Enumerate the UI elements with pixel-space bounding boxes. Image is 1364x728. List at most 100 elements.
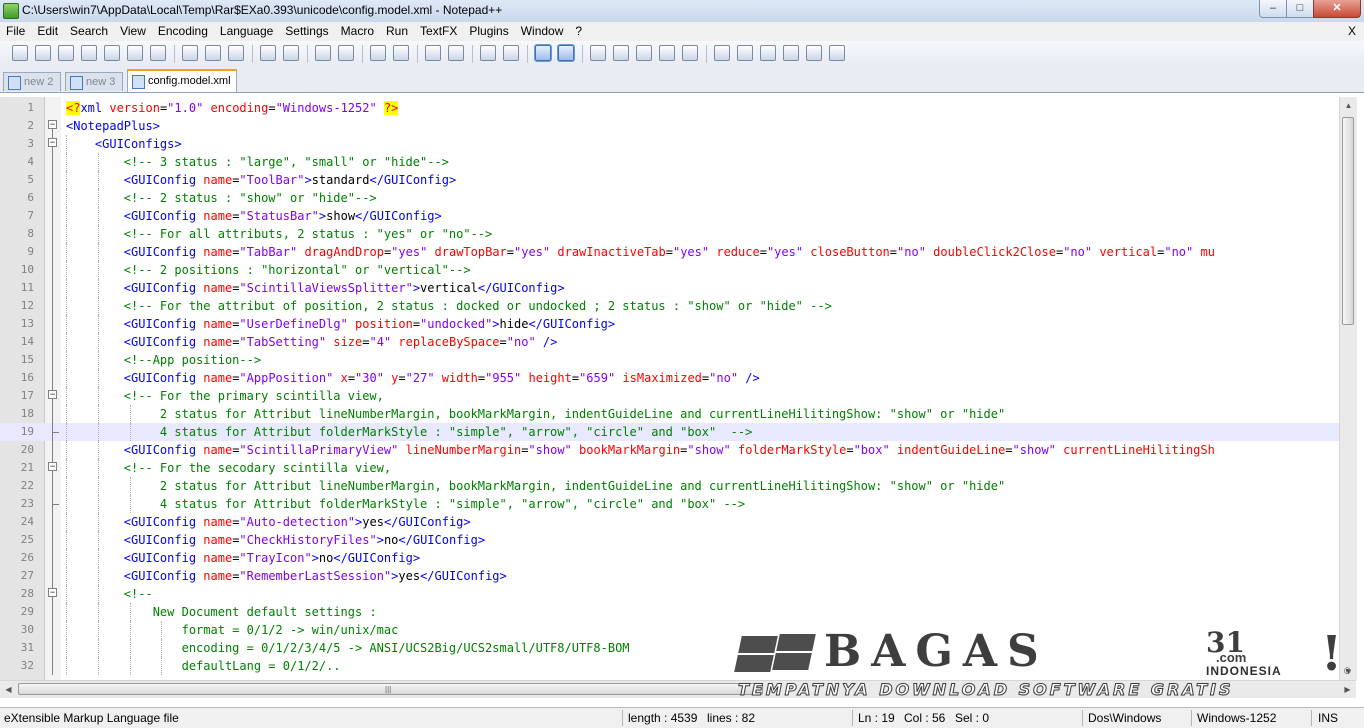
code-line[interactable]: 5 <GUIConfig name="ToolBar">standard</GU… [0, 171, 1339, 189]
code-line[interactable]: 6 <!-- 2 status : "show" or "hide"--> [0, 189, 1339, 207]
save-all-icon[interactable] [81, 45, 97, 61]
tab-config-model-xml[interactable]: config.model.xml [127, 69, 237, 92]
scroll-up-arrow-icon[interactable]: ▲ [1340, 97, 1357, 114]
fold-toggle-icon[interactable]: − [48, 390, 57, 399]
sync-vertical-icon[interactable] [425, 45, 441, 61]
save-icon[interactable] [58, 45, 74, 61]
record-macro-icon[interactable] [590, 45, 606, 61]
open-file-icon[interactable] [35, 45, 51, 61]
maximize-button[interactable]: □ [1286, 0, 1314, 18]
code-line[interactable]: 13 <GUIConfig name = "UserDefineDlg" posit… [0, 315, 1339, 333]
code-line[interactable]: 21 − <!-- For the secodary scintilla view… [0, 459, 1339, 477]
menu-encoding[interactable]: Encoding [152, 22, 214, 41]
code-line[interactable]: 10 <!-- 2 positions : "horizontal" or "v… [0, 261, 1339, 279]
redo-icon[interactable] [283, 45, 299, 61]
vertical-scroll-thumb[interactable] [1342, 117, 1354, 325]
close-window-button[interactable]: ✕ [1313, 0, 1361, 18]
menu-macro[interactable]: Macro [335, 22, 380, 41]
code-line[interactable]: 3 − <GUIConfigs> [0, 135, 1339, 153]
code-line[interactable]: 14 <GUIConfig name="TabSetting" size="4"… [0, 333, 1339, 351]
menu-plugins[interactable]: Plugins [463, 22, 514, 41]
cut-icon[interactable] [182, 45, 198, 61]
code-line[interactable]: 29 New Document default settings : [0, 603, 1339, 621]
print-icon[interactable] [150, 45, 166, 61]
token-val: "UserDefineDlg" [239, 317, 356, 331]
code-editor[interactable]: 1 <?xml version="1.0" encoding="Windows-1… [0, 97, 1339, 680]
code-line[interactable]: 11 <GUIConfig name="ScintillaViewsSplitt… [0, 279, 1339, 297]
tab-new-3[interactable]: new 3 [65, 72, 123, 91]
close-all-icon[interactable] [127, 45, 143, 61]
menu-edit[interactable]: Edit [31, 22, 64, 41]
menu-textfx[interactable]: TextFX [414, 22, 463, 41]
sync-horizontal-icon[interactable] [448, 45, 464, 61]
textfx-1-icon[interactable] [714, 45, 730, 61]
close-document-button[interactable]: X [1348, 22, 1356, 41]
token-attr: encoding [210, 101, 269, 115]
close-icon[interactable] [104, 45, 120, 61]
horizontal-scroll-thumb[interactable]: ||| [18, 683, 763, 695]
tab-new-2[interactable]: new 2 [3, 72, 61, 91]
menu-help[interactable]: ? [569, 22, 588, 41]
save-macro-icon[interactable] [682, 45, 698, 61]
menu-view[interactable]: View [114, 22, 152, 41]
run-macro-multiple-icon[interactable] [659, 45, 675, 61]
fold-toggle-icon[interactable]: − [48, 462, 57, 471]
code-line[interactable]: 20 <GUIConfig name = "ScintillaPrimaryView… [0, 441, 1339, 459]
menu-search[interactable]: Search [64, 22, 114, 41]
textfx-2-icon[interactable] [737, 45, 753, 61]
word-wrap-icon[interactable] [480, 45, 496, 61]
code-line[interactable]: 2 − <NotepadPlus> [0, 117, 1339, 135]
show-all-chars-icon[interactable] [503, 45, 519, 61]
code-line[interactable]: 16 <GUIConfig name="AppPosition" x="30" … [0, 369, 1339, 387]
minimize-button[interactable]: – [1259, 0, 1287, 18]
user-language-icon[interactable] [557, 44, 575, 62]
menu-settings[interactable]: Settings [279, 22, 334, 41]
find-icon[interactable] [315, 45, 331, 61]
undo-icon[interactable] [260, 45, 276, 61]
token-txt: = [412, 317, 421, 331]
vertical-scrollbar[interactable]: ▲ ▼ [1339, 97, 1357, 680]
menu-file[interactable]: File [0, 22, 31, 41]
textfx-3-icon[interactable] [760, 45, 776, 61]
code-line[interactable]: 27 <GUIConfig name="RememberLastSession"… [0, 567, 1339, 585]
code-line[interactable]: 28 − <!-- [0, 585, 1339, 603]
code-line[interactable]: 8 <!-- For all attributs, 2 status : "ye… [0, 225, 1339, 243]
textfx-4-icon[interactable] [783, 45, 799, 61]
fold-toggle-icon[interactable]: − [48, 138, 57, 147]
code-line[interactable]: 19 4 status for Attribut folderMarkStyle… [0, 423, 1339, 441]
indent-guide-icon[interactable] [534, 44, 552, 62]
code-line[interactable]: 15 <!--App position--> [0, 351, 1339, 369]
code-line[interactable]: 17 − <!-- For the primary scintilla view, [0, 387, 1339, 405]
scroll-left-arrow-icon[interactable]: ◀ [0, 681, 17, 698]
new-file-icon[interactable] [12, 45, 28, 61]
status-insert-mode[interactable]: INS [1318, 711, 1338, 725]
fold-toggle-icon[interactable]: − [48, 120, 57, 129]
menu-window[interactable]: Window [515, 22, 570, 41]
toolbar-separator [582, 45, 583, 63]
copy-icon[interactable] [205, 45, 221, 61]
fold-toggle-icon[interactable]: − [48, 588, 57, 597]
line-number: 11 [20, 281, 34, 294]
textfx-5-icon[interactable] [806, 45, 822, 61]
code-line[interactable]: 1 <?xml version="1.0" encoding="Windows-1… [0, 99, 1339, 117]
code-line[interactable]: 22 2 status for Attribut lineNumberMargi… [0, 477, 1339, 495]
code-line[interactable]: 12 <!-- For the attribut of position, 2 … [0, 297, 1339, 315]
spell-check-icon[interactable] [829, 45, 845, 61]
code-line[interactable]: 26 <GUIConfig name="TrayIcon">no</GUICon… [0, 549, 1339, 567]
replace-icon[interactable] [338, 45, 354, 61]
notepadpp-app-icon[interactable] [3, 3, 19, 19]
code-line[interactable]: 23 4 status for Attribut folderMarkStyle… [0, 495, 1339, 513]
stop-record-icon[interactable] [613, 45, 629, 61]
code-line[interactable]: 25 <GUIConfig name="CheckHistoryFiles">n… [0, 531, 1339, 549]
zoom-in-icon[interactable] [370, 45, 386, 61]
code-line[interactable]: 24 <GUIConfig name="Auto-detection">yes<… [0, 513, 1339, 531]
menu-run[interactable]: Run [380, 22, 414, 41]
code-line[interactable]: 4 <!-- 3 status : "large", "small" or "h… [0, 153, 1339, 171]
paste-icon[interactable] [228, 45, 244, 61]
code-line[interactable]: 18 2 status for Attribut lineNumberMargi… [0, 405, 1339, 423]
menu-language[interactable]: Language [214, 22, 279, 41]
code-line[interactable]: 7 <GUIConfig name="StatusBar">show</GUIC… [0, 207, 1339, 225]
zoom-out-icon[interactable] [393, 45, 409, 61]
play-macro-icon[interactable] [636, 45, 652, 61]
code-line[interactable]: 9 <GUIConfig name="TabBar" dragAndDrop="… [0, 243, 1339, 261]
